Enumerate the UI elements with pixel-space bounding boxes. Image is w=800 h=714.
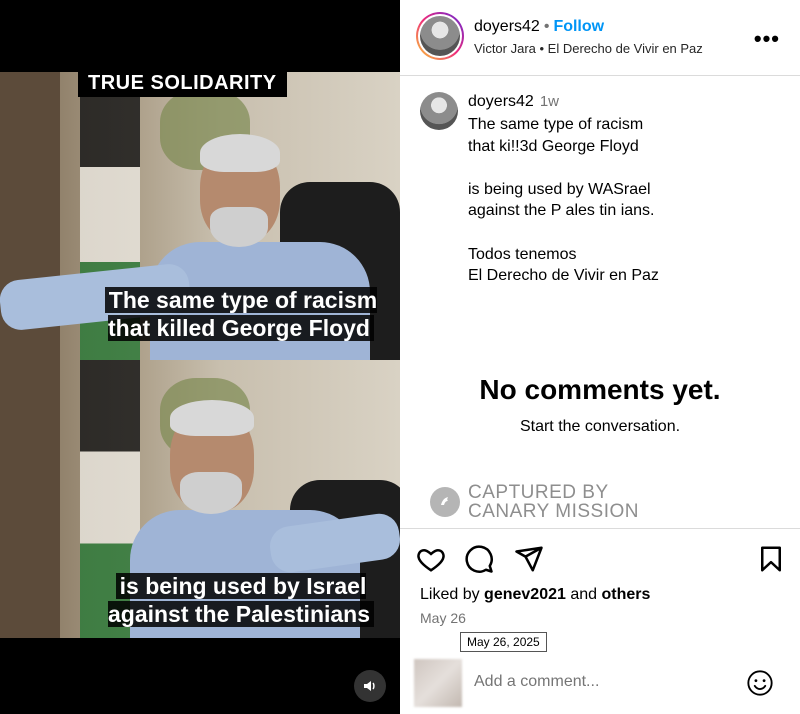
watermark-line-2: CANARY MISSION (468, 501, 640, 522)
avatar (420, 16, 460, 56)
liked-by-user-link[interactable]: genev2021 (484, 586, 566, 603)
video-banner-label: TRUE SOLIDARITY (78, 70, 287, 97)
follow-button[interactable]: Follow (553, 18, 604, 35)
liked-by-others-link[interactable]: others (602, 586, 651, 603)
post-date[interactable]: May 26 (420, 610, 466, 626)
heart-icon[interactable] (416, 544, 448, 576)
video-subtitle-top: The same type of racism that killed Geor… (100, 286, 382, 342)
add-comment-row (400, 652, 800, 714)
separator-dot: • (543, 18, 550, 35)
likes-middle: and (570, 586, 598, 603)
avatar[interactable] (420, 92, 458, 130)
no-comments-subtitle: Start the conversation. (519, 418, 681, 435)
likes-prefix: Liked by (420, 586, 480, 603)
emoji-icon[interactable] (746, 669, 774, 697)
more-options-icon[interactable]: ••• (754, 26, 780, 52)
story-avatar[interactable] (416, 12, 464, 60)
bookmark-icon[interactable] (756, 544, 788, 576)
watermark: CAPTURED BY CANARY MISSION (430, 483, 639, 521)
speaker-icon (364, 681, 375, 691)
avatar (414, 659, 462, 707)
no-comments-title: No comments yet. (479, 374, 721, 405)
comment-input[interactable] (474, 673, 734, 691)
audio-toggle-button[interactable] (354, 670, 386, 702)
action-bar (416, 544, 786, 576)
post-header: doyers42 • Follow Victor Jara • El Derecho… (400, 0, 800, 76)
post-modal: TRUE SOLIDARITY The same type of racism … (0, 0, 800, 714)
watermark-line-1: CAPTURED BY (468, 482, 609, 503)
post-caption: The same type of racism that ki!!3d Geor… (468, 116, 659, 285)
share-icon[interactable] (514, 544, 546, 576)
date-tooltip: May 26, 2025 (460, 632, 547, 652)
audio-track-link[interactable]: Victor Jara • El Derecho de Vivir en Paz (474, 41, 703, 56)
divider (400, 528, 800, 529)
post-side-panel: doyers42 • Follow Victor Jara • El Derecho… (400, 0, 800, 714)
header-username[interactable]: doyers42 (474, 18, 540, 35)
caption-username[interactable]: doyers42 (468, 93, 534, 110)
post-media[interactable]: TRUE SOLIDARITY The same type of racism … (0, 0, 400, 714)
comment-icon[interactable] (464, 544, 496, 576)
video-subtitle-bottom: is being used by Israel against the Pale… (100, 572, 382, 628)
likes-summary: Liked by genev2021 and others (420, 586, 650, 604)
post-time: 1w (539, 93, 560, 110)
bird-icon (430, 487, 460, 517)
